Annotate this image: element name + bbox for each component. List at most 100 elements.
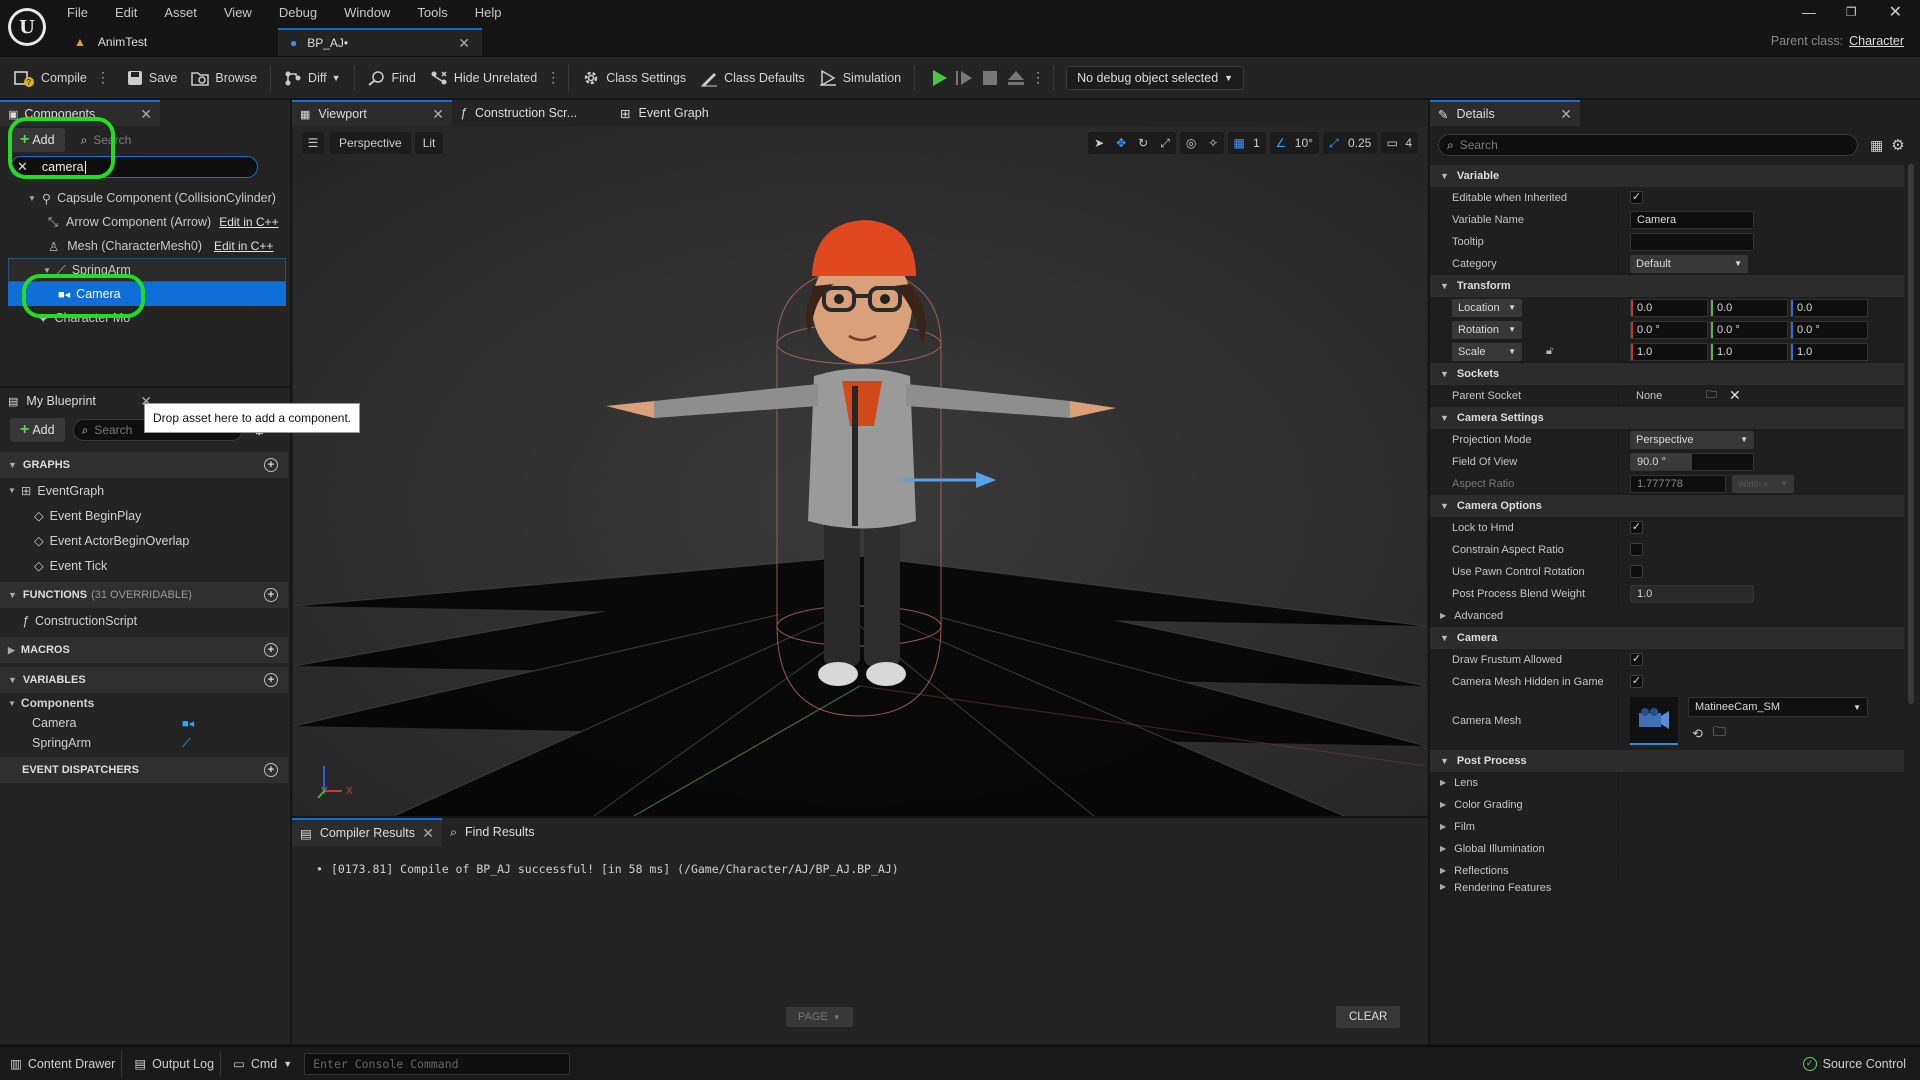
- grid-snap[interactable]: ▦ 1: [1228, 132, 1266, 154]
- components-variable-group[interactable]: ▼ Components: [0, 693, 288, 713]
- tab-components[interactable]: ▣ Components ✕: [0, 100, 160, 126]
- pp-rendering-features-row[interactable]: ▶ Rendering Features: [1430, 882, 1904, 892]
- event-graph-item[interactable]: ▼ ⊞ EventGraph: [0, 478, 288, 503]
- close-icon[interactable]: ✕: [432, 106, 444, 123]
- content-drawer-button[interactable]: ▥ Content Drawer: [10, 1056, 115, 1072]
- tab-find-results[interactable]: ⌕ Find Results: [442, 819, 592, 845]
- camera-settings-section-header[interactable]: ▼ Camera Settings: [1430, 407, 1904, 429]
- transform-section-header[interactable]: ▼ Transform: [1430, 275, 1904, 297]
- rotation-snap[interactable]: ∠ 10°: [1269, 132, 1319, 154]
- tab-my-blueprint[interactable]: ▤ My Blueprint ✕: [0, 388, 160, 414]
- event-item[interactable]: ◇ Event Tick: [0, 553, 288, 578]
- add-component-button[interactable]: + Add: [10, 128, 65, 152]
- rotation-y-input[interactable]: 0.0 °: [1710, 320, 1788, 339]
- debug-object-select[interactable]: No debug object selected ▼: [1066, 65, 1245, 90]
- console-command-input[interactable]: Enter Console Command: [304, 1052, 571, 1075]
- perspective-button[interactable]: Perspective: [330, 132, 411, 154]
- pp-film-row[interactable]: ▶ Film: [1430, 816, 1904, 838]
- tab-event-graph[interactable]: ⊞ Event Graph: [612, 100, 772, 126]
- details-search[interactable]: ⌕ Search: [1438, 134, 1858, 156]
- source-control-button[interactable]: ✓ Source Control: [1802, 1056, 1906, 1071]
- tab-compiler-results[interactable]: ▤ Compiler Results ✕: [292, 818, 442, 846]
- tab-viewport[interactable]: ▦ Viewport ✕: [292, 100, 452, 126]
- rotation-z-input[interactable]: 0.0 °: [1790, 320, 1868, 339]
- save-button[interactable]: Save: [120, 63, 185, 93]
- rotate-tool-icon[interactable]: ↻: [1132, 132, 1154, 154]
- pp-lens-row[interactable]: ▶ Lens: [1430, 772, 1904, 794]
- select-tool-icon[interactable]: ➤: [1088, 132, 1110, 154]
- scale-y-input[interactable]: 1.0: [1710, 342, 1788, 361]
- location-x-input[interactable]: 0.0: [1630, 298, 1708, 317]
- compile-button[interactable]: ? Compile: [6, 63, 94, 93]
- pp-reflections-row[interactable]: ▶ Reflections: [1430, 860, 1904, 882]
- simulation-button[interactable]: Simulation: [812, 63, 908, 93]
- tree-item-character-movement[interactable]: ✦ Character Mo: [8, 306, 286, 330]
- stop-icon[interactable]: [977, 67, 1003, 89]
- edit-in-cpp-link[interactable]: Edit in C++: [214, 239, 273, 253]
- menu-window[interactable]: Window: [344, 5, 390, 20]
- scale-snap[interactable]: ⤢ 0.25: [1322, 132, 1378, 154]
- browse-asset-icon[interactable]: 🗀︎: [1713, 723, 1726, 745]
- event-dispatchers-section-header[interactable]: EVENT DISPATCHERS +: [0, 757, 288, 783]
- camera-section-header[interactable]: ▼ Camera: [1430, 627, 1904, 649]
- lock-to-hmd-checkbox[interactable]: [1630, 521, 1643, 534]
- location-z-input[interactable]: 0.0: [1790, 298, 1868, 317]
- class-defaults-button[interactable]: Class Defaults: [693, 63, 812, 93]
- field-of-view-slider[interactable]: 90.0 °: [1630, 452, 1754, 471]
- tree-item-springarm[interactable]: ▼ ⟋ SpringArm: [8, 258, 286, 282]
- variable-item-camera[interactable]: Camera ■◂: [0, 713, 288, 733]
- hide-unrelated-options-icon[interactable]: ⋮: [544, 69, 562, 86]
- use-pawn-control-rotation-checkbox[interactable]: [1630, 565, 1643, 578]
- lock-icon[interactable]: 🔓︎: [1546, 345, 1553, 358]
- minimize-icon[interactable]: —: [1802, 4, 1816, 20]
- category-select[interactable]: Default ▼: [1630, 254, 1748, 273]
- eject-icon[interactable]: [1003, 67, 1029, 89]
- variables-section-header[interactable]: ▼ VARIABLES +: [0, 667, 288, 693]
- pp-color-grading-row[interactable]: ▶ Color Grading: [1430, 794, 1904, 816]
- components-filter-input[interactable]: ✕ camera: [10, 156, 258, 178]
- variable-section-header[interactable]: ▼ Variable: [1430, 165, 1904, 187]
- tree-item-arrow[interactable]: ⤡ Arrow Component (Arrow) Edit in C++: [8, 210, 286, 234]
- close-icon[interactable]: ✕: [140, 106, 152, 123]
- event-item[interactable]: ◇ Event ActorBeginOverlap: [0, 528, 288, 553]
- hide-unrelated-button[interactable]: Hide Unrelated: [423, 63, 544, 93]
- add-member-button[interactable]: + Add: [10, 418, 65, 442]
- browse-socket-icon[interactable]: 🗀︎: [1706, 386, 1717, 405]
- menu-edit[interactable]: Edit: [115, 5, 137, 20]
- property-matrix-icon[interactable]: ▦: [1870, 137, 1883, 154]
- play-icon[interactable]: [925, 67, 951, 89]
- use-selected-icon[interactable]: ⟲: [1692, 726, 1703, 742]
- post-process-section-header[interactable]: ▼ Post Process: [1430, 750, 1904, 772]
- add-dispatcher-icon[interactable]: +: [264, 763, 278, 777]
- add-variable-icon[interactable]: +: [264, 673, 278, 687]
- output-log-button[interactable]: ▤ Output Log: [134, 1056, 214, 1072]
- scale-z-input[interactable]: 1.0: [1790, 342, 1868, 361]
- scale-mode-select[interactable]: Scale ▼: [1452, 342, 1522, 361]
- edit-in-cpp-link[interactable]: Edit in C++: [219, 215, 278, 229]
- restore-icon[interactable]: ❐: [1846, 5, 1857, 19]
- class-settings-button[interactable]: Class Settings: [575, 63, 693, 93]
- menu-tools[interactable]: Tools: [417, 5, 447, 20]
- close-icon[interactable]: ✕: [422, 825, 434, 842]
- doc-tab-bp-aj[interactable]: ● BP_AJ• ✕: [278, 28, 482, 56]
- tree-item-capsule[interactable]: ▼ ⚲ Capsule Component (CollisionCylinder…: [8, 186, 286, 210]
- constrain-aspect-ratio-checkbox[interactable]: [1630, 543, 1643, 556]
- post-process-blend-weight-input[interactable]: 1.0: [1630, 584, 1754, 603]
- graphs-section-header[interactable]: ▼ GRAPHS +: [0, 452, 288, 478]
- aspect-ratio-preset[interactable]: Width x ▼: [1732, 474, 1794, 493]
- rotation-x-input[interactable]: 0.0 °: [1630, 320, 1708, 339]
- construction-script-item[interactable]: ƒ ConstructionScript: [0, 608, 288, 633]
- functions-section-header[interactable]: ▼ FUNCTIONS (31 OVERRIDABLE) +: [0, 582, 288, 608]
- variable-name-input[interactable]: Camera: [1630, 210, 1754, 229]
- cmd-select[interactable]: ▭ Cmd ▼: [233, 1056, 292, 1072]
- page-button[interactable]: PAGE ▼: [786, 1007, 853, 1027]
- camera-mesh-select[interactable]: MatineeCam_SM ▼: [1688, 697, 1868, 717]
- surface-snap-icon[interactable]: ✧: [1202, 132, 1224, 154]
- menu-file[interactable]: File: [67, 5, 88, 20]
- rotation-mode-select[interactable]: Rotation ▼: [1452, 320, 1522, 339]
- camera-speed[interactable]: ▭ 4: [1381, 132, 1418, 154]
- browse-button[interactable]: Browse: [184, 63, 264, 93]
- sockets-section-header[interactable]: ▼ Sockets: [1430, 363, 1904, 385]
- camera-mesh-thumbnail[interactable]: [1630, 697, 1678, 745]
- tab-details[interactable]: ✎ Details ✕: [1430, 100, 1580, 126]
